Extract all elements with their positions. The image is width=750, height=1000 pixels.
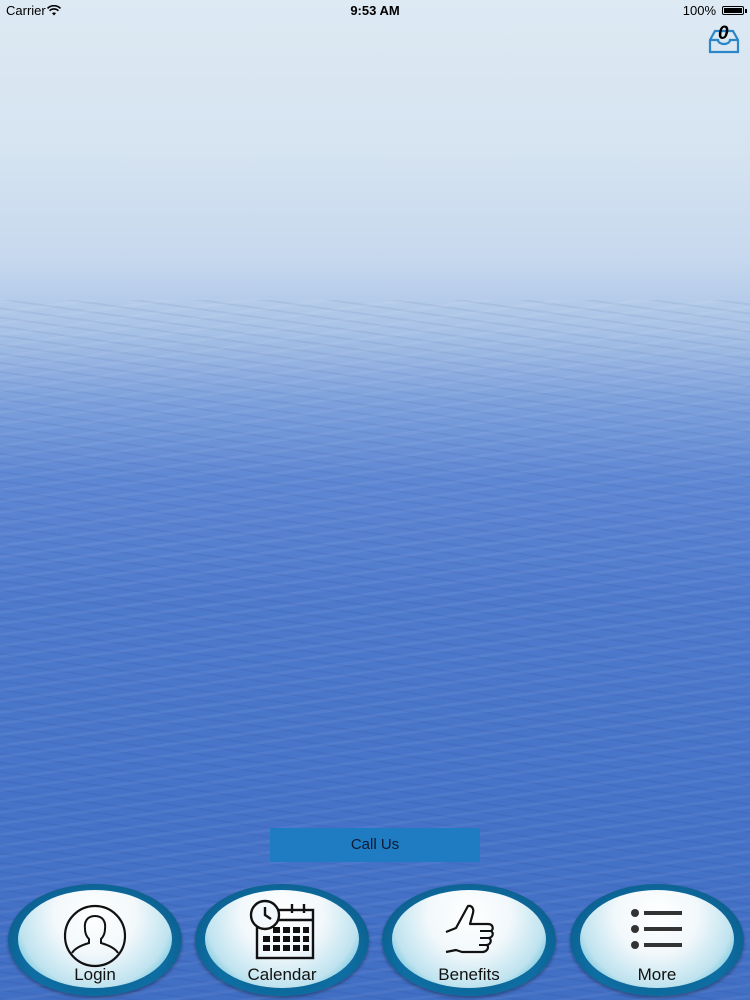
tab-more[interactable]: More (570, 884, 744, 996)
tab-benefits[interactable]: Benefits (382, 884, 556, 996)
tab-calendar-label: Calendar (247, 965, 317, 984)
battery-icon (722, 6, 744, 15)
tab-calendar[interactable]: Calendar (195, 884, 369, 996)
calendar-clock-icon (249, 899, 315, 960)
tab-more-label: More (637, 965, 677, 984)
battery-percentage: 100% (682, 3, 716, 18)
call-us-button[interactable]: Call Us (270, 828, 480, 862)
inbox-count-badge[interactable]: 0 (718, 23, 729, 45)
tab-login-label: Login (74, 965, 116, 984)
status-bar: Carrier 9:53 AM 100% (0, 0, 750, 22)
tab-benefits-label: Benefits (438, 965, 500, 984)
tab-login[interactable]: Login (8, 884, 182, 996)
list-icon (631, 909, 682, 949)
clock: 9:53 AM (350, 3, 400, 18)
user-icon (63, 904, 127, 968)
thumbs-up-icon (445, 904, 494, 954)
